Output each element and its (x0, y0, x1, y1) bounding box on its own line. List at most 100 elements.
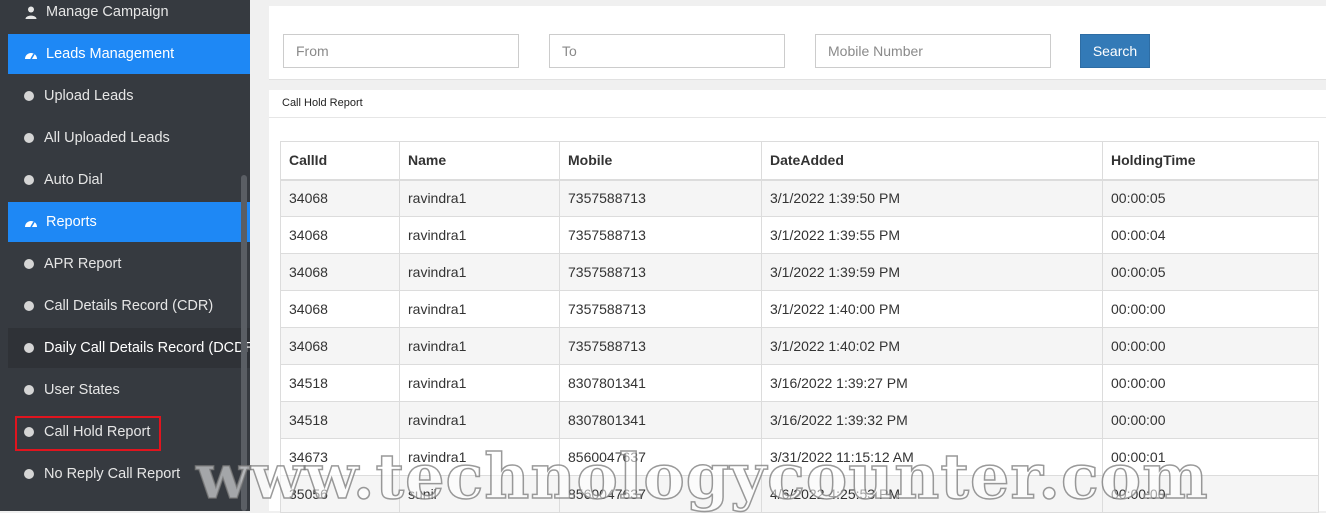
dashboard-icon (24, 47, 38, 61)
sidebar-item-no-reply-call-report[interactable]: No Reply Call Report (8, 454, 250, 494)
table-row: 35056 sunil 8560047637 4/6/2022 4:25:53 PM 0… (280, 475, 1319, 513)
report-title: Call Hold Report (282, 97, 363, 109)
table-cell-name: ravindra1 (399, 327, 560, 365)
sidebar: Manage Campaign Leads Management Upload Le… (0, 0, 250, 511)
table-row: 34673 ravindra1 8560047637 3/31/2022 11:15:… (280, 438, 1319, 476)
dot-icon (24, 91, 34, 101)
dot-icon (24, 343, 34, 353)
table-cell-mobile: 7357588713 (559, 216, 762, 254)
table-cell-name: ravindra1 (399, 179, 560, 217)
column-header-callid[interactable]: CallId (280, 141, 400, 181)
table-row: 34068 ravindra1 7357588713 3/1/2022 1:39:59… (280, 253, 1319, 291)
sidebar-item-user-states[interactable]: User States (8, 370, 250, 410)
table-row: 34518 ravindra1 8307801341 3/16/2022 1:39:3… (280, 401, 1319, 439)
sidebar-item-label: Auto Dial (44, 172, 103, 188)
table-cell-name: ravindra1 (399, 216, 560, 254)
sidebar-item-label: Call Hold Report (44, 424, 151, 440)
mobile-number-input[interactable] (815, 34, 1051, 68)
sidebar-item-label: Reports (46, 214, 97, 230)
to-date-input[interactable] (549, 34, 785, 68)
dot-icon (24, 469, 34, 479)
table-header-row: CallId Name Mobile DateAdded HoldingTime (280, 141, 1319, 181)
table-cell-holdingtime: 00:00:05 (1102, 179, 1319, 217)
sidebar-item-label: User States (44, 382, 120, 398)
table-row: 34068 ravindra1 7357588713 3/1/2022 1:39:50… (280, 179, 1319, 217)
table-cell-mobile: 8307801341 (559, 401, 762, 439)
table-cell-dateadded: 4/6/2022 4:25:53 PM (761, 475, 1103, 513)
from-date-input[interactable] (283, 34, 519, 68)
sidebar-item-leads-management[interactable]: Leads Management (8, 34, 250, 74)
column-header-holdingtime[interactable]: HoldingTime (1102, 141, 1319, 181)
table-cell-dateadded: 3/16/2022 1:39:32 PM (761, 401, 1103, 439)
table-cell-holdingtime: 00:00:00 (1102, 290, 1319, 328)
sidebar-item-label: Leads Management (46, 46, 175, 62)
table-cell-dateadded: 3/1/2022 1:39:59 PM (761, 253, 1103, 291)
dot-icon (24, 385, 34, 395)
sidebar-item-auto-dial[interactable]: Auto Dial (8, 160, 250, 200)
dot-icon (24, 259, 34, 269)
dashboard-icon (24, 215, 38, 229)
table-cell-mobile: 8560047637 (559, 438, 762, 476)
sidebar-item-label: Manage Campaign (46, 4, 169, 20)
filter-panel: Search (269, 6, 1326, 80)
sidebar-item-label: Call Details Record (CDR) (44, 298, 214, 314)
table-cell-holdingtime: 00:00:01 (1102, 438, 1319, 476)
sidebar-item-label: No Reply Call Report (44, 466, 181, 482)
table-cell-holdingtime: 00:00:05 (1102, 253, 1319, 291)
divider (269, 117, 1326, 118)
report-panel: Call Hold Report CallId Name Mobile DateAdd… (269, 90, 1326, 513)
dot-icon (24, 427, 34, 437)
table-cell-callid: 34068 (280, 327, 400, 365)
sidebar-item-label: Daily Call Details Record (DCDR) (44, 340, 250, 356)
table-cell-callid: 34068 (280, 290, 400, 328)
table-cell-callid: 35056 (280, 475, 400, 513)
table-cell-dateadded: 3/31/2022 11:15:12 AM (761, 438, 1103, 476)
sidebar-item-reports[interactable]: Reports (8, 202, 250, 242)
table-cell-dateadded: 3/16/2022 1:39:27 PM (761, 364, 1103, 402)
table-cell-callid: 34068 (280, 179, 400, 217)
column-header-mobile[interactable]: Mobile (559, 141, 762, 181)
table-cell-callid: 34068 (280, 253, 400, 291)
sidebar-scrollbar[interactable] (241, 175, 247, 511)
sidebar-item-label: All Uploaded Leads (44, 130, 170, 146)
table-cell-dateadded: 3/1/2022 1:39:50 PM (761, 179, 1103, 217)
sidebar-item-apr-report[interactable]: APR Report (8, 244, 250, 284)
table-cell-mobile: 7357588713 (559, 327, 762, 365)
sidebar-item-label: APR Report (44, 256, 122, 272)
table-row: 34068 ravindra1 7357588713 3/1/2022 1:39:55… (280, 216, 1319, 254)
table-cell-holdingtime: 00:00:00 (1102, 475, 1319, 513)
table-cell-mobile: 7357588713 (559, 253, 762, 291)
table-row: 34068 ravindra1 7357588713 3/1/2022 1:40:00… (280, 290, 1319, 328)
table-cell-callid: 34518 (280, 401, 400, 439)
call-hold-table: CallId Name Mobile DateAdded HoldingTime 340… (280, 141, 1319, 513)
search-button[interactable]: Search (1080, 34, 1150, 68)
table-cell-holdingtime: 00:00:04 (1102, 216, 1319, 254)
table-row: 34068 ravindra1 7357588713 3/1/2022 1:40:02… (280, 327, 1319, 365)
table-cell-dateadded: 3/1/2022 1:40:00 PM (761, 290, 1103, 328)
table-cell-mobile: 7357588713 (559, 179, 762, 217)
table-cell-mobile: 7357588713 (559, 290, 762, 328)
sidebar-item-manage-campaign[interactable]: Manage Campaign (8, 0, 250, 32)
sidebar-item-upload-leads[interactable]: Upload Leads (8, 76, 250, 116)
sidebar-item-label: Upload Leads (44, 88, 134, 104)
column-header-dateadded[interactable]: DateAdded (761, 141, 1103, 181)
main-content: Search Call Hold Report CallIdNameMobile… (250, 0, 1326, 513)
sidebar-item-all-uploaded-leads[interactable]: All Uploaded Leads (8, 118, 250, 158)
sidebar-item-daily-call-details-record-dcdr[interactable]: Daily Call Details Record (DCDR) (8, 328, 250, 368)
sidebar-item-call-details-record-cdr[interactable]: Call Details Record (CDR) (8, 286, 250, 326)
table-cell-name: ravindra1 (399, 364, 560, 402)
column-header-name[interactable]: Name (399, 141, 560, 181)
table-cell-holdingtime: 00:00:00 (1102, 364, 1319, 402)
table-cell-dateadded: 3/1/2022 1:39:55 PM (761, 216, 1103, 254)
table-cell-holdingtime: 00:00:00 (1102, 401, 1319, 439)
sidebar-item-call-hold-report[interactable]: Call Hold Report (8, 412, 250, 452)
table-cell-holdingtime: 00:00:00 (1102, 327, 1319, 365)
user-icon (24, 5, 38, 19)
dot-icon (24, 301, 34, 311)
table-cell-callid: 34518 (280, 364, 400, 402)
table-row: 34518 ravindra1 8307801341 3/16/2022 1:39:2… (280, 364, 1319, 402)
table-cell-name: ravindra1 (399, 438, 560, 476)
table-cell-mobile: 8560047637 (559, 475, 762, 513)
table-cell-name: ravindra1 (399, 290, 560, 328)
table-cell-name: sunil (399, 475, 560, 513)
